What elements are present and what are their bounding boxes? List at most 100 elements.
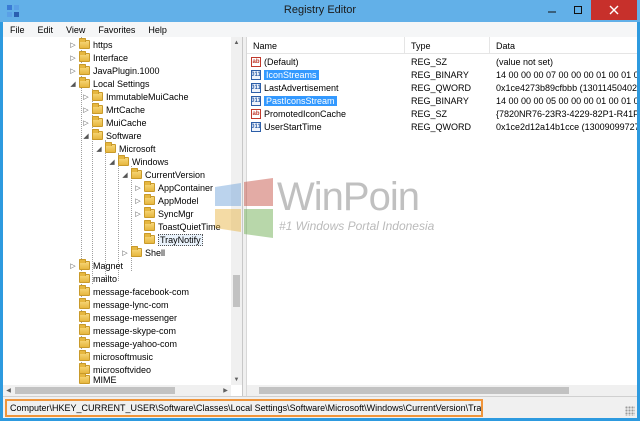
tree-horizontal-scrollbar[interactable]: ◀ ▶ [3, 385, 231, 396]
tree-node-shell[interactable]: ▷ Shell [121, 246, 165, 259]
menu-file[interactable]: File [3, 25, 31, 35]
collapse-icon[interactable]: ◢ [69, 80, 77, 88]
value-row[interactable]: 011 PastIconsStream REG_BINARY 14 00 00 … [247, 94, 637, 107]
tree-node-label: mailto [93, 273, 118, 284]
collapse-icon[interactable]: ◢ [121, 171, 129, 179]
tree-node-message-yahoo-com[interactable]: message-yahoo-com [69, 337, 177, 350]
tree-node-label: microsoftmusic [93, 351, 154, 362]
minimize-button[interactable] [539, 0, 565, 20]
column-header-data[interactable]: Data [490, 37, 637, 54]
title-bar[interactable]: Registry Editor [0, 0, 640, 22]
expand-icon[interactable]: ▷ [121, 249, 129, 257]
tree-node-currentversion[interactable]: ◢ CurrentVersion [121, 168, 205, 181]
scroll-down-arrow-icon[interactable]: ▼ [231, 374, 242, 385]
tree-node-label: JavaPlugin.1000 [93, 65, 160, 76]
tree-node-message-facebook-com[interactable]: message-facebook-com [69, 285, 189, 298]
expand-icon[interactable]: ▷ [134, 197, 142, 205]
key-path[interactable]: Computer\HKEY_CURRENT_USER\Software\Clas… [5, 399, 483, 417]
list-header: Name Type Data [247, 37, 637, 54]
tree-node-muicache[interactable]: ▷ MuiCache [82, 116, 147, 129]
column-header-name[interactable]: Name [247, 37, 405, 54]
tree-node-mailto[interactable]: mailto [69, 272, 117, 285]
expand-icon[interactable]: ▷ [134, 210, 142, 218]
collapse-icon[interactable]: ◢ [95, 145, 103, 153]
folder-icon [79, 337, 90, 348]
maximize-button[interactable] [565, 0, 591, 20]
expand-icon[interactable]: ▷ [69, 262, 77, 270]
key-tree: ▷ https ▷ Interface ▷ JavaPlugin.1000 ◢ … [3, 37, 243, 396]
folder-icon [131, 246, 142, 257]
folder-icon [92, 129, 103, 140]
tree-node-interface[interactable]: ▷ Interface [69, 51, 128, 64]
menu-edit[interactable]: Edit [31, 25, 60, 35]
list-horizontal-scrollbar[interactable] [247, 385, 637, 396]
tree-node-traynotify[interactable]: TrayNotify [134, 233, 203, 246]
value-name-cell: 011 PastIconsStream [251, 94, 403, 107]
close-button[interactable] [591, 0, 637, 20]
tree-node-message-lync-com[interactable]: message-lync-com [69, 298, 169, 311]
value-name-highlighted: PastIconsStream [264, 95, 337, 106]
tree-node-microsoftmusic[interactable]: microsoftmusic [69, 350, 153, 363]
tree-node-appmodel[interactable]: ▷ AppModel [134, 194, 199, 207]
tree-node-syncmgr[interactable]: ▷ SyncMgr [134, 207, 194, 220]
scroll-thumb[interactable] [233, 275, 240, 307]
maximize-icon [574, 6, 582, 14]
value-row[interactable]: ab PromotedIconCache REG_SZ {7820NR76-23… [247, 107, 637, 120]
folder-icon [79, 259, 90, 270]
tree-node-label: MIME [93, 374, 117, 385]
tree-node-magnet[interactable]: ▷ Magnet [69, 259, 123, 272]
tree-node-label: message-facebook-com [93, 286, 190, 297]
collapse-icon[interactable]: ◢ [82, 132, 90, 140]
scroll-thumb[interactable] [15, 387, 175, 394]
scroll-thumb[interactable] [259, 387, 569, 394]
value-row[interactable]: 011 IconStreams REG_BINARY 14 00 00 00 0… [247, 68, 637, 81]
resize-grip-icon[interactable] [625, 406, 635, 416]
tree-node-label: Interface [93, 52, 129, 63]
tree-node-appcontainer[interactable]: ▷ AppContainer [134, 181, 213, 194]
folder-icon [92, 90, 103, 101]
status-bar: Computer\HKEY_CURRENT_USER\Software\Clas… [3, 396, 637, 418]
menu-view[interactable]: View [59, 25, 91, 35]
value-data: 14 00 00 00 05 00 00 00 01 00 01 00 38 0 [496, 95, 637, 106]
value-row[interactable]: 011 UserStartTime REG_QWORD 0x1ce2d12a14… [247, 120, 637, 133]
expand-icon[interactable]: ▷ [69, 67, 77, 75]
tree-node-label: MrtCache [106, 104, 146, 115]
expand-icon[interactable]: ▷ [82, 119, 90, 127]
binary-value-icon: 011 [251, 82, 261, 93]
folder-icon [144, 220, 155, 231]
scroll-up-arrow-icon[interactable]: ▲ [231, 37, 242, 48]
scroll-right-arrow-icon[interactable]: ▶ [220, 385, 231, 396]
menu-help[interactable]: Help [141, 25, 173, 35]
tree-node-message-skype-com[interactable]: message-skype-com [69, 324, 176, 337]
value-row[interactable]: ab (Default) REG_SZ (value not set) [247, 55, 637, 68]
value-row[interactable]: 011 LastAdvertisement REG_QWORD 0x1ce427… [247, 81, 637, 94]
value-name-cell: 011 IconStreams [251, 68, 403, 81]
tree-node-immutablemuicache[interactable]: ▷ ImmutableMuiCache [82, 90, 189, 103]
menu-favorites[interactable]: Favorites [91, 25, 141, 35]
tree-node-message-messenger[interactable]: message-messenger [69, 311, 177, 324]
tree-node-mrtcache[interactable]: ▷ MrtCache [82, 103, 145, 116]
tree-vertical-scrollbar[interactable]: ▲ ▼ [231, 37, 242, 385]
tree-node-javaplugin[interactable]: ▷ JavaPlugin.1000 [69, 64, 160, 77]
value-data: 0x1ce4273b89cfbbb (130114504026291 [496, 82, 637, 93]
tree-node-windows[interactable]: ◢ Windows [108, 155, 169, 168]
expand-icon[interactable]: ▷ [82, 93, 90, 101]
tree-node-microsoft[interactable]: ◢ Microsoft [95, 142, 156, 155]
collapse-icon[interactable]: ◢ [108, 158, 116, 166]
tree-node-local-settings[interactable]: ◢ Local Settings [69, 77, 150, 90]
expand-icon[interactable]: ▷ [69, 41, 77, 49]
expand-icon[interactable]: ▷ [82, 106, 90, 114]
expand-icon[interactable]: ▷ [69, 54, 77, 62]
scroll-left-arrow-icon[interactable]: ◀ [3, 385, 14, 396]
folder-open-icon [144, 233, 155, 244]
column-header-type[interactable]: Type [405, 37, 490, 54]
value-type: REG_QWORD [411, 121, 472, 132]
tree-node-https[interactable]: ▷ https [69, 38, 113, 51]
tree-node-software[interactable]: ◢ Software [82, 129, 142, 142]
tree-node-label: Shell [145, 247, 166, 258]
tree-node-label: MuiCache [106, 117, 147, 128]
binary-value-icon: 011 [251, 69, 261, 80]
value-data: {7820NR76-23R3-4229-82P1-R41PO67 [496, 108, 637, 119]
expand-icon[interactable]: ▷ [134, 184, 142, 192]
tree-node-toastquiettime[interactable]: ToastQuietTime [134, 220, 221, 233]
